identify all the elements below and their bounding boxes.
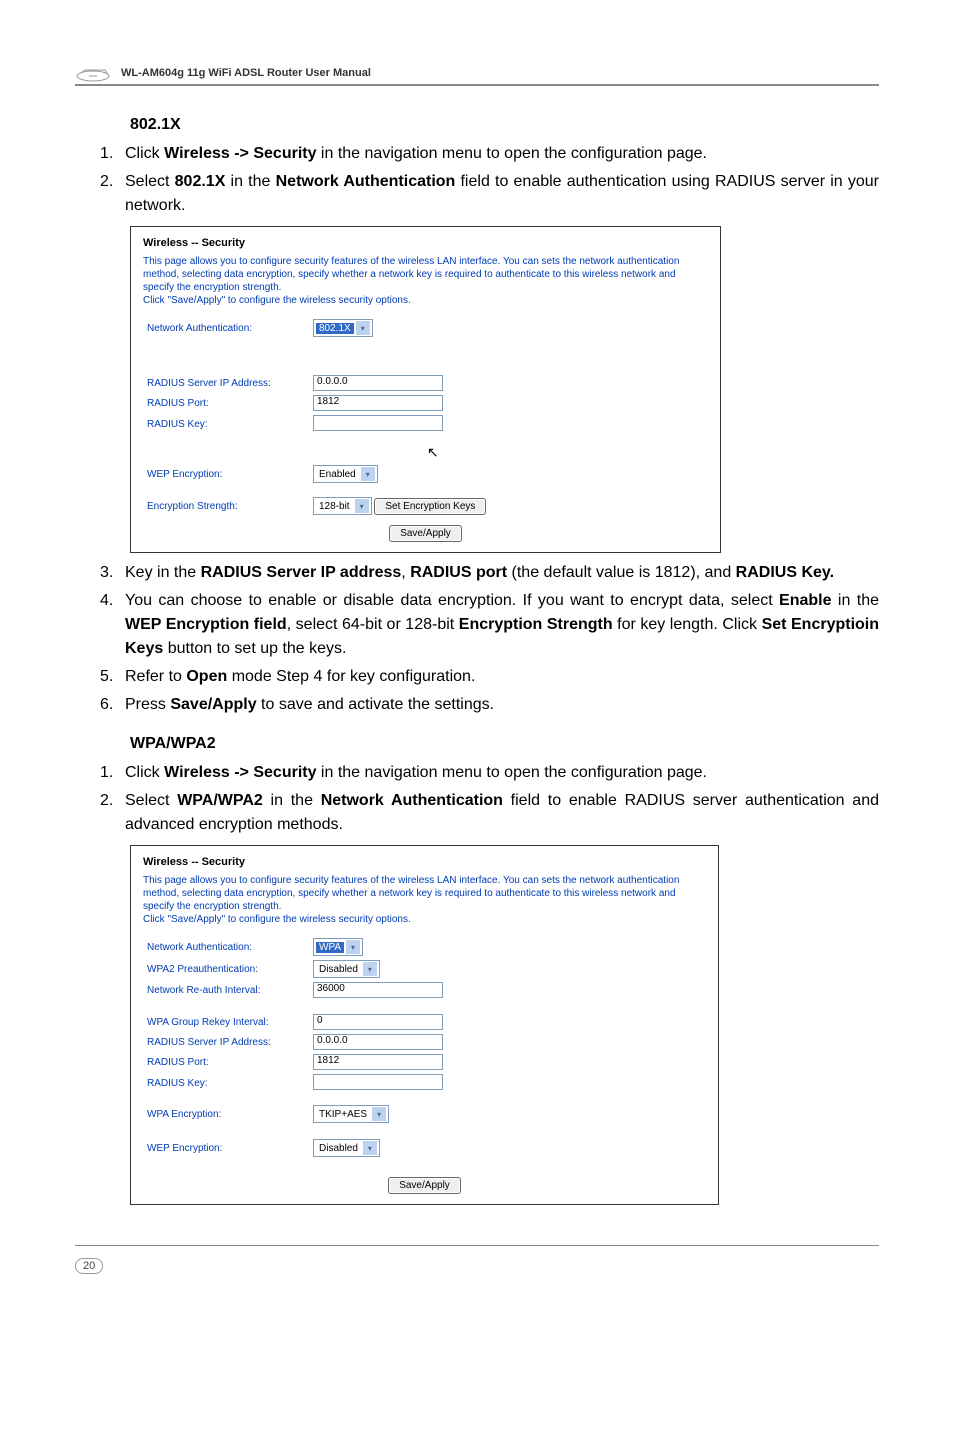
label-radius-ip: RADIUS Server IP Address: [143,1032,309,1052]
label-wpa2-preauth: WPA2 Preauthentication: [143,958,309,980]
steps-8021x-cont: 3.Key in the RADIUS Server IP address, R… [75,561,879,717]
chevron-down-icon: ▾ [363,1141,377,1155]
label-group-rekey: WPA Group Rekey Interval: [143,1012,309,1032]
steps-wpa: 1.Click Wireless -> Security in the navi… [75,761,879,837]
radius-port-input[interactable]: 1812 [313,1054,443,1070]
wpa-encryption-select[interactable]: TKIP+AES▾ [313,1105,389,1123]
panel-description: This page allows you to configure securi… [143,255,708,307]
wpa2-preauth-select[interactable]: Disabled▾ [313,960,380,978]
page-footer: 20 [75,1245,879,1274]
step-item: 5.Refer to Open mode Step 4 for key conf… [75,665,879,689]
encryption-strength-select[interactable]: 128-bit▾ [313,497,372,515]
label-wep-encryption: WEP Encryption: [143,1137,309,1159]
label-radius-ip: RADIUS Server IP Address: [143,373,309,393]
wep-encryption-select[interactable]: Disabled▾ [313,1139,380,1157]
radius-ip-input[interactable]: 0.0.0.0 [313,375,443,391]
step-item: 3.Key in the RADIUS Server IP address, R… [75,561,879,585]
chevron-down-icon: ▾ [363,962,377,976]
router-icon [75,64,111,82]
section-heading-8021x: 802.1X [130,116,879,134]
screenshot-8021x: Wireless -- Security This page allows yo… [130,226,721,553]
screenshot-wpa: Wireless -- Security This page allows yo… [130,845,719,1205]
set-encryption-keys-button[interactable]: Set Encryption Keys [374,498,486,515]
label-network-auth: Network Authentication: [143,317,309,339]
label-radius-key: RADIUS Key: [143,1072,309,1095]
chevron-down-icon: ▾ [346,940,360,954]
save-apply-button[interactable]: Save/Apply [389,525,462,542]
section-heading-wpa: WPA/WPA2 [130,735,879,753]
label-wpa-encryption: WPA Encryption: [143,1103,309,1125]
step-item: 2.Select 802.1X in the Network Authentic… [75,170,879,218]
panel-title: Wireless -- Security [143,237,708,249]
reauth-interval-input[interactable]: 36000 [313,982,443,998]
chevron-down-icon: ▾ [372,1107,386,1121]
step-item: 1.Click Wireless -> Security in the navi… [75,142,879,166]
chevron-down-icon: ▾ [361,467,375,481]
radius-ip-input[interactable]: 0.0.0.0 [313,1034,443,1050]
label-encryption-strength: Encryption Strength: [143,495,309,517]
steps-8021x: 1.Click Wireless -> Security in the navi… [75,142,879,218]
label-network-auth: Network Authentication: [143,936,309,958]
manual-header: WL-AM604g 11g WiFi ADSL Router User Manu… [75,64,879,86]
manual-title: WL-AM604g 11g WiFi ADSL Router User Manu… [121,67,371,79]
radius-key-input[interactable] [313,1074,443,1090]
label-radius-port: RADIUS Port: [143,393,309,413]
wep-encryption-select[interactable]: Enabled▾ [313,465,378,483]
chevron-down-icon: ▾ [355,499,369,513]
network-auth-select[interactable]: 802.1X▾ [313,319,373,337]
label-wep-encryption: WEP Encryption: [143,463,309,485]
radius-port-input[interactable]: 1812 [313,395,443,411]
panel-description: This page allows you to configure securi… [143,874,706,926]
cursor-icon: ↖ [427,444,439,461]
page-number: 20 [75,1258,103,1274]
panel-title: Wireless -- Security [143,856,706,868]
save-apply-button[interactable]: Save/Apply [388,1177,461,1194]
label-radius-key: RADIUS Key: [143,413,309,436]
label-radius-port: RADIUS Port: [143,1052,309,1072]
step-item: 2.Select WPA/WPA2 in the Network Authent… [75,789,879,837]
label-reauth-interval: Network Re-auth Interval: [143,980,309,1000]
group-rekey-input[interactable]: 0 [313,1014,443,1030]
step-item: 1.Click Wireless -> Security in the navi… [75,761,879,785]
network-auth-select[interactable]: WPA▾ [313,938,363,956]
radius-key-input[interactable] [313,415,443,431]
step-item: 6.Press Save/Apply to save and activate … [75,693,879,717]
chevron-down-icon: ▾ [356,321,370,335]
step-item: 4.You can choose to enable or disable da… [75,589,879,661]
